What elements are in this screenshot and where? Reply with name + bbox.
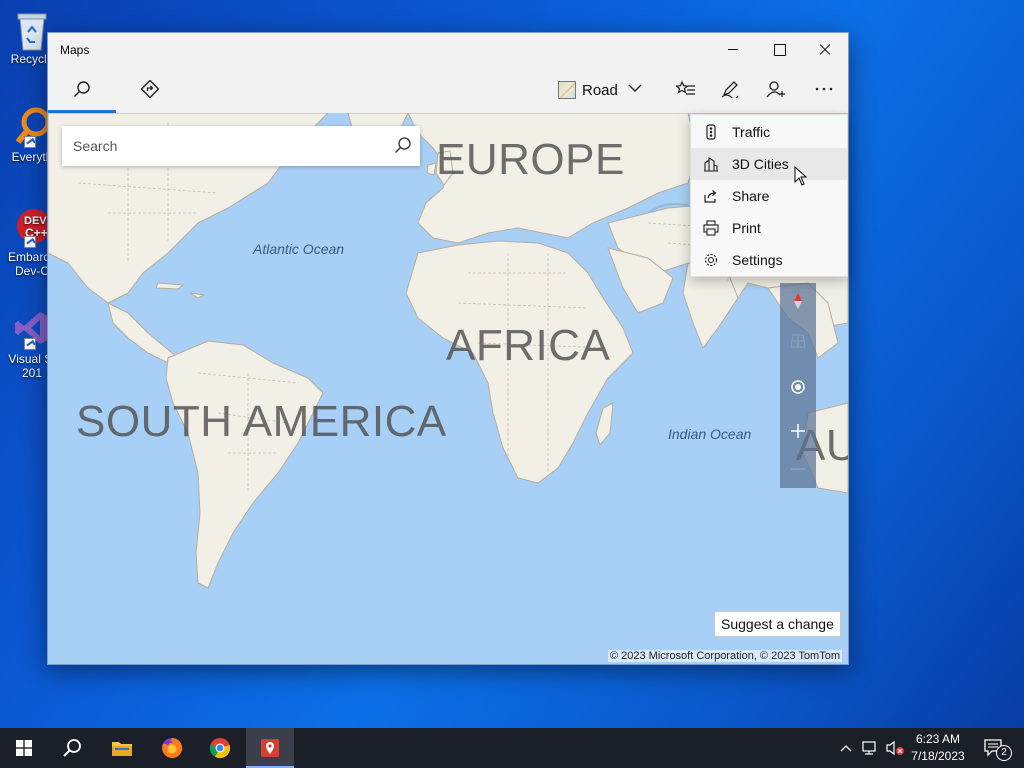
my-location-button[interactable] [780,369,816,405]
taskbar-clock[interactable]: 6:23 AM 7/18/2023 [904,731,972,765]
start-button[interactable] [0,728,48,768]
maps-app-icon [261,739,279,757]
taskbar-search-button[interactable] [48,728,96,768]
search-input[interactable] [62,126,382,166]
menu-item-label: Settings [732,252,783,268]
ink-pen-icon [721,81,739,98]
action-center-button[interactable]: 2 [978,728,1018,768]
search-icon [74,81,90,97]
map-copyright: © 2023 Microsoft Corporation, © 2023 Tom… [607,650,842,662]
network-button[interactable] [860,728,882,768]
menu-item-share[interactable]: Share [691,180,847,212]
more-icon [815,87,833,91]
label-south-america: SOUTH AMERICA [76,397,447,446]
print-icon [703,220,719,236]
directions-button[interactable] [122,67,178,111]
title-bar[interactable]: Maps [48,33,848,67]
maximize-button[interactable] [756,33,802,67]
menu-item-traffic[interactable]: Traffic [691,116,847,148]
everything-search-icon [12,106,52,148]
chevron-up-icon [840,745,852,752]
map-style-dropdown[interactable]: Road [556,75,646,105]
favorites-icon [676,80,695,95]
search-icon[interactable] [394,136,412,154]
road-map-thumbnail-icon [558,81,576,99]
map-controls [780,283,816,488]
taskbar: 6:23 AM 7/18/2023 2 [0,728,1024,768]
clock-date: 7/18/2023 [911,749,965,763]
search-box [62,126,420,166]
windows-logo-icon [16,740,32,756]
directions-icon [141,80,159,98]
compass-icon [794,293,802,309]
settings-gear-icon [704,253,718,267]
show-hidden-icons-button[interactable] [838,728,854,768]
3d-cities-icon [704,157,718,172]
shortcut-arrow-icon [24,136,36,148]
suggest-a-change-button[interactable]: Suggest a change [714,611,841,637]
menu-item-label: Traffic [732,124,771,140]
tilt-grid-icon [790,334,806,348]
taskbar-chrome[interactable] [196,728,244,768]
see-more-menu: Traffic 3D Cities Share Print Settings [690,114,848,277]
visual-studio-icon [12,308,52,350]
taskbar-maps[interactable] [246,728,294,768]
compass-button[interactable] [780,283,816,319]
shortcut-arrow-icon [24,236,36,248]
menu-item-label: Share [732,188,770,204]
window-title: Maps [60,43,90,57]
clock-time: 6:23 AM [915,732,961,746]
search-icon [63,739,81,757]
folder-icon [112,742,132,756]
traffic-light-icon [706,124,716,140]
minus-icon [791,468,805,470]
shortcut-arrow-icon [24,338,36,350]
maps-toolbar: Road [48,67,848,113]
chevron-down-icon [628,84,642,92]
devcpp-icon: DEV C++ [12,206,52,248]
label-europe: EUROPE [436,135,625,184]
menu-item-settings[interactable]: Settings [691,244,847,276]
network-disconnected-icon [862,741,876,755]
add-user-icon [766,81,785,98]
chrome-icon [209,738,231,759]
label-atlantic-ocean: Atlantic Ocean [253,241,345,257]
mouse-cursor-icon [794,166,808,186]
see-more-button[interactable] [796,67,848,111]
recycle-bin-icon [12,8,52,51]
close-button[interactable] [802,33,848,67]
minimize-button[interactable] [710,33,756,67]
plus-icon [791,424,805,438]
volume-button[interactable] [884,728,906,768]
label-indian-ocean: Indian Ocean [668,426,752,442]
taskbar-file-explorer[interactable] [98,728,146,768]
volume-muted-icon [886,740,904,756]
map-style-label: Road [582,82,618,99]
zoom-in-button[interactable] [780,413,816,449]
zoom-out-button[interactable] [780,451,816,487]
share-icon [704,190,717,203]
menu-item-3d-cities[interactable]: 3D Cities [691,148,847,180]
label-africa: AFRICA [446,321,611,370]
tilt-button[interactable] [780,323,816,359]
location-icon [791,380,805,394]
firefox-icon [162,737,183,758]
taskbar-firefox[interactable] [148,728,196,768]
menu-item-print[interactable]: Print [691,212,847,244]
notification-count-badge: 2 [996,745,1012,761]
search-tab-button[interactable] [48,67,116,113]
menu-item-label: 3D Cities [732,156,789,172]
menu-item-label: Print [732,220,761,236]
